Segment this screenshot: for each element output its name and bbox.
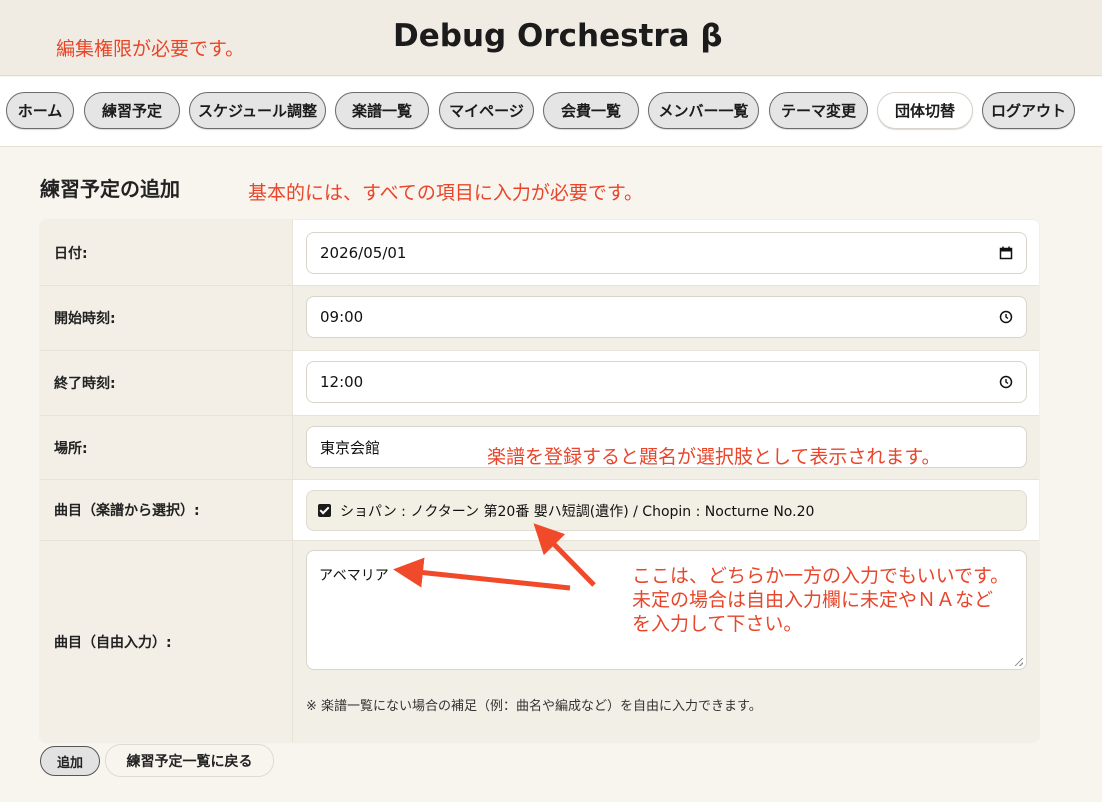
nav-group-switch[interactable]: 団体切替	[877, 92, 973, 129]
end-time-input[interactable]: 12:00	[306, 361, 1027, 403]
end-time-value: 12:00	[320, 373, 364, 391]
either-annotation-line-3: を入力して下さい。	[632, 613, 803, 635]
nav-home[interactable]: ホーム	[6, 92, 74, 129]
clock-icon[interactable]	[999, 375, 1013, 389]
free-input-value: アベマリア	[319, 568, 389, 584]
nav-theme-change[interactable]: テーマ変更	[769, 92, 868, 129]
nav-schedule-adjust[interactable]: スケジュール調整	[189, 92, 326, 129]
either-annotation-line-1: ここは、どちらか一方の入力でもいいです。	[632, 565, 1010, 587]
start-time-input[interactable]: 09:00	[306, 296, 1027, 338]
start-time-label: 開始時刻:	[40, 286, 293, 350]
date-row: 日付: 2026/05/01	[40, 220, 1039, 286]
end-time-label: 終了時刻:	[40, 351, 293, 415]
end-time-row: 終了時刻: 12:00	[40, 351, 1039, 416]
required-hint: 基本的には、すべての項目に入力が必要です。	[248, 182, 644, 204]
nav-logout[interactable]: ログアウト	[982, 92, 1075, 129]
app-title: Debug Orchestra β	[393, 18, 723, 54]
add-button[interactable]: 追加	[40, 746, 100, 776]
score-select-label: 曲目（楽譜から選択）:	[40, 480, 293, 540]
resize-handle[interactable]	[1015, 658, 1023, 666]
nav-practice-schedule[interactable]: 練習予定	[84, 92, 180, 129]
back-to-list-button[interactable]: 練習予定一覧に戻る	[105, 744, 274, 777]
nav-member-list[interactable]: メンバー一覧	[648, 92, 759, 129]
main-nav: ホーム 練習予定 スケジュール調整 楽譜一覧 マイページ 会費一覧 メンバー一覧…	[0, 77, 1102, 147]
date-label: 日付:	[40, 220, 293, 285]
score-option[interactable]: ショパン : ノクターン 第20番 嬰ハ短調(遺作) / Chopin : No…	[306, 490, 1027, 531]
practice-form: 日付: 2026/05/01 開始時刻: 09:00 終了時刻: 12:00 場…	[40, 220, 1039, 742]
nav-mypage[interactable]: マイページ	[439, 92, 534, 129]
free-input-note: ※ 楽譜一覧にない場合の補足（例：曲名や編成など）を自由に入力できます。	[306, 699, 762, 714]
page-title: 練習予定の追加	[40, 177, 180, 201]
free-input-label: 曲目（自由入力）:	[40, 541, 293, 742]
calendar-icon[interactable]	[999, 246, 1013, 260]
date-input[interactable]: 2026/05/01	[306, 232, 1027, 274]
score-select-row: 曲目（楽譜から選択）: ショパン : ノクターン 第20番 嬰ハ短調(遺作) /…	[40, 480, 1039, 541]
app-header: 編集権限が必要です。 Debug Orchestra β	[0, 0, 1102, 76]
nav-score-list[interactable]: 楽譜一覧	[335, 92, 429, 129]
clock-icon[interactable]	[999, 310, 1013, 324]
nav-fee-list[interactable]: 会費一覧	[543, 92, 639, 129]
score-annotation: 楽譜を登録すると題名が選択肢として表示されます。	[487, 446, 941, 468]
date-value: 2026/05/01	[320, 244, 407, 262]
score-option-label: ショパン : ノクターン 第20番 嬰ハ短調(遺作) / Chopin : No…	[340, 503, 815, 520]
either-annotation-line-2: 未定の場合は自由入力欄に未定やＮＡなど	[632, 589, 994, 611]
place-label: 場所:	[40, 416, 293, 479]
start-time-row: 開始時刻: 09:00	[40, 286, 1039, 351]
auth-note: 編集権限が必要です。	[56, 38, 245, 60]
start-time-value: 09:00	[320, 308, 364, 326]
place-value: 東京会館	[320, 438, 381, 457]
score-checkbox[interactable]	[318, 504, 331, 517]
